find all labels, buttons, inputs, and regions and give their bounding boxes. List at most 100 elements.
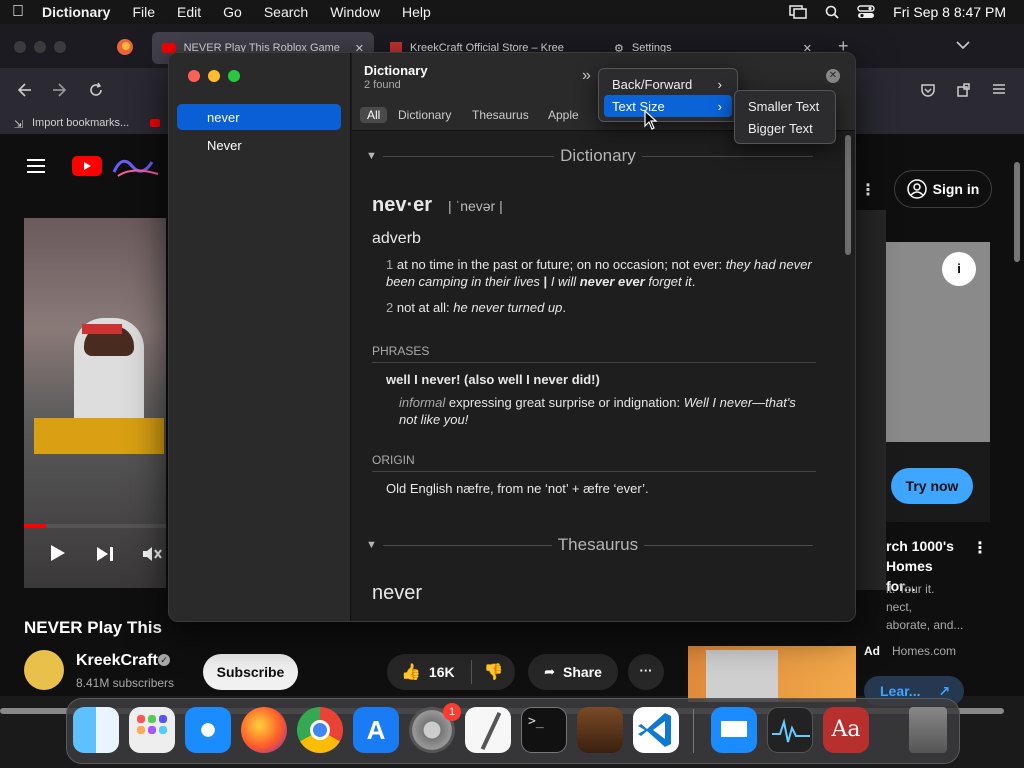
phrase-definition: informal expressing great surprise or in…	[399, 395, 796, 427]
garageband-icon[interactable]	[577, 707, 623, 753]
textedit-icon[interactable]	[465, 707, 511, 753]
safari-icon[interactable]	[185, 707, 231, 753]
screen-mirroring-icon[interactable]	[789, 5, 807, 19]
submenu-chevron-icon: ›	[717, 98, 722, 114]
finder-icon[interactable]	[73, 707, 119, 753]
related-thumbnail[interactable]	[688, 646, 856, 702]
vscode-icon[interactable]	[633, 707, 679, 753]
firefox-view-icon[interactable]	[116, 38, 134, 56]
menu-item-text-size[interactable]: Text Size ›	[604, 95, 732, 117]
chrome-icon[interactable]	[297, 707, 343, 753]
yt-menu-icon[interactable]	[26, 158, 46, 174]
close-button[interactable]	[188, 70, 200, 82]
app-store-icon[interactable]: A	[353, 707, 399, 753]
ad-badge: Ad	[864, 644, 880, 658]
ad-more-icon[interactable]: ⋮	[972, 538, 988, 558]
page-scrollbar[interactable]	[1014, 162, 1020, 262]
activity-monitor-icon[interactable]	[767, 707, 813, 753]
thesaurus-headword: never	[372, 582, 423, 604]
origin-label: ORIGIN	[372, 453, 415, 467]
filter-apple[interactable]: Apple	[548, 108, 579, 122]
disclosure-triangle-icon[interactable]: ▼	[366, 539, 377, 551]
filter-thesaurus[interactable]: Thesaurus	[472, 108, 529, 122]
extensions-icon[interactable]	[956, 82, 972, 98]
import-bookmarks-icon: ⇲	[14, 119, 24, 131]
menu-app-name[interactable]: Dictionary	[42, 4, 110, 20]
window-close-button[interactable]	[14, 41, 26, 53]
context-menu: Back/Forward › Text Size ›	[598, 68, 738, 122]
window-title: Dictionary	[364, 63, 428, 78]
headword: nev·er	[372, 194, 433, 216]
menu-help[interactable]: Help	[402, 4, 431, 20]
dislike-icon[interactable]: 👎	[484, 662, 504, 682]
menu-item-bigger-text[interactable]: Bigger Text	[740, 117, 830, 139]
more-actions-icon[interactable]: ···	[628, 654, 664, 690]
hamburger-menu-icon[interactable]	[992, 83, 1006, 95]
launchpad-icon[interactable]	[129, 707, 175, 753]
phrases-label: PHRASES	[372, 344, 430, 358]
ad-info-icon[interactable]: i	[942, 252, 976, 286]
more-options-icon[interactable]: ⋮	[860, 180, 876, 200]
subscriber-count: 8.41M subscribers	[76, 676, 175, 690]
ad-description: it. Tour it. nect, aborate, and...	[886, 582, 964, 632]
definition-scrollbar[interactable]	[845, 135, 851, 255]
ad-source: Homes.com	[892, 644, 957, 658]
menu-item-back-forward[interactable]: Back/Forward ›	[604, 73, 732, 95]
apple-icon[interactable]: 	[12, 3, 32, 21]
terminal-icon[interactable]: >_	[521, 707, 567, 753]
section-dictionary-header[interactable]: ▼ Dictionary	[366, 146, 819, 166]
sense-2: 2 not at all: he never turned up.	[386, 300, 567, 315]
like-count[interactable]: 16K	[429, 664, 455, 680]
section-thesaurus-header[interactable]: ▼ Thesaurus	[366, 535, 819, 555]
next-icon[interactable]	[96, 546, 114, 562]
youtube-favicon-icon	[162, 43, 176, 53]
like-icon[interactable]: 👍	[401, 662, 421, 682]
video-player[interactable]	[24, 218, 166, 588]
back-arrow-icon[interactable]	[16, 82, 32, 98]
clear-search-icon[interactable]: ✕	[826, 69, 840, 83]
clock[interactable]: Fri Sep 8 8:47 PM	[893, 4, 1006, 20]
channel-name[interactable]: KreekCraft	[76, 652, 158, 670]
window-minimize-button[interactable]	[34, 41, 46, 53]
share-button[interactable]: ➦ Share	[528, 654, 618, 690]
sense-1: 1 at no time in the past or future; on n…	[386, 257, 812, 289]
control-center-icon[interactable]	[857, 5, 875, 19]
text-size-submenu: Smaller Text Bigger Text	[734, 90, 836, 144]
menu-item-smaller-text[interactable]: Smaller Text	[740, 95, 830, 117]
list-tabs-chevron-icon[interactable]	[956, 40, 970, 50]
mute-icon[interactable]	[142, 546, 162, 562]
spotlight-search-icon[interactable]	[825, 5, 839, 19]
trash-icon[interactable]	[909, 707, 947, 753]
reload-icon[interactable]	[88, 82, 104, 98]
try-now-button[interactable]: Try now	[891, 468, 973, 504]
menu-go[interactable]: Go	[223, 4, 242, 20]
overflow-chevrons-icon[interactable]: »	[582, 67, 591, 85]
menu-file[interactable]: File	[132, 4, 155, 20]
play-icon[interactable]	[48, 544, 66, 562]
filter-dictionary[interactable]: Dictionary	[398, 108, 451, 122]
sign-in-button[interactable]: Sign in	[894, 170, 992, 208]
youtube-bookmark-icon[interactable]	[150, 119, 160, 127]
dictionary-app-icon[interactable]: Aa	[823, 707, 869, 753]
video-title: NEVER Play This	[24, 618, 162, 637]
minimize-button[interactable]	[208, 70, 220, 82]
subscribe-button[interactable]: Subscribe	[203, 654, 298, 690]
import-bookmarks-link[interactable]: Import bookmarks...	[32, 117, 129, 129]
zoom-button[interactable]	[228, 70, 240, 82]
sidebar-item-never-capital[interactable]: Never	[177, 132, 341, 158]
channel-avatar[interactable]	[24, 650, 64, 690]
menu-search[interactable]: Search	[264, 4, 308, 20]
progress-track[interactable]	[24, 524, 166, 528]
forward-arrow-icon[interactable]	[52, 82, 68, 98]
firefox-icon[interactable]	[241, 707, 287, 753]
doodle-logo-icon[interactable]	[112, 152, 162, 180]
menu-window[interactable]: Window	[330, 4, 380, 20]
menu-edit[interactable]: Edit	[177, 4, 201, 20]
pocket-icon[interactable]	[920, 82, 936, 98]
youtube-logo-icon[interactable]	[72, 156, 102, 176]
sidebar-item-never[interactable]: never	[177, 104, 341, 130]
keynote-icon[interactable]	[711, 707, 757, 753]
filter-all[interactable]: All	[360, 107, 388, 123]
window-zoom-button[interactable]	[54, 41, 66, 53]
disclosure-triangle-icon[interactable]: ▼	[366, 150, 377, 162]
